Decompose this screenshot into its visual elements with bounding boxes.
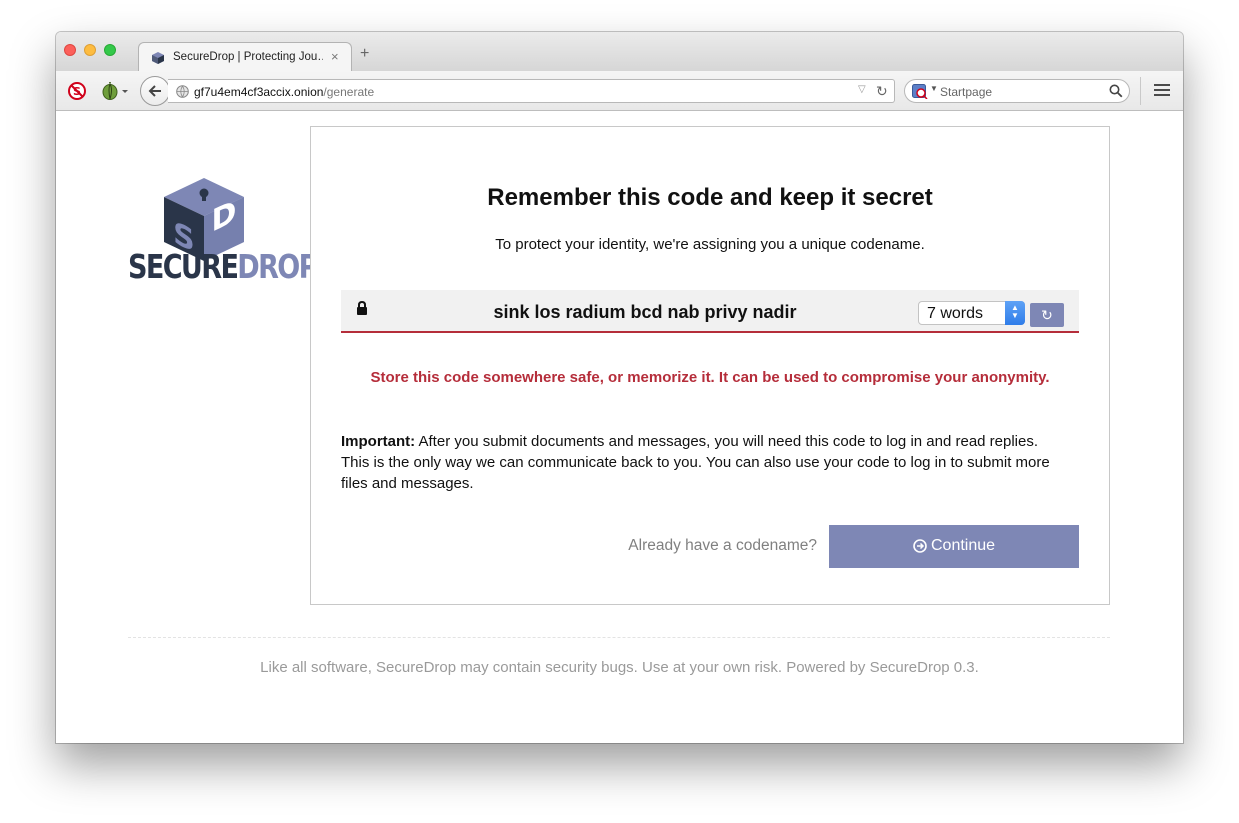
search-engine-dropdown-icon[interactable]: ▼ [930, 84, 938, 93]
continue-label: Continue [931, 537, 996, 554]
url-path: /generate [323, 85, 375, 99]
important-text: After you submit documents and messages,… [341, 433, 1050, 492]
back-arrow-icon [148, 85, 161, 97]
new-tab-button[interactable]: + [360, 46, 369, 62]
codename-text: sink los radium bcd nab privy nadir [493, 302, 797, 322]
noscript-icon[interactable]: S [68, 82, 86, 100]
word-count-value: 7 words [927, 305, 984, 322]
page-title: Remember this code and keep it secret [487, 184, 933, 211]
url-history-dropdown-icon[interactable]: ▽ [858, 84, 866, 95]
select-spinner-icon[interactable]: ▲ ▼ [1005, 301, 1025, 325]
important-label: Important: [341, 433, 416, 450]
securedrop-favicon-icon [152, 52, 164, 64]
securedrop-wordmark: SECUREDROP [128, 247, 319, 286]
browser-tab[interactable]: SecureDrop | Protecting Jou… × [138, 42, 352, 72]
toolbar-separator [1140, 77, 1141, 105]
refresh-icon: ↻ [1041, 307, 1053, 323]
url-host: gf7u4em4cf3accix.onion [194, 85, 324, 99]
startpage-icon[interactable] [912, 84, 928, 99]
important-notice: Important: After you submit documents an… [341, 431, 1051, 494]
browser-window: SecureDrop | Protecting Jou… × + S [56, 32, 1183, 743]
title-bar: SecureDrop | Protecting Jou… × + [56, 32, 1183, 72]
reload-icon[interactable]: ↻ [876, 83, 888, 100]
tab-title: SecureDrop | Protecting Jou… [173, 51, 323, 63]
search-bar[interactable]: ▼ Startpage [904, 79, 1130, 103]
tor-onion-icon[interactable] [101, 81, 129, 101]
page-subtitle: To protect your identity, we're assignin… [495, 236, 925, 253]
back-button[interactable] [140, 76, 170, 106]
page-content: S D SECUREDROP Remember this code and ke… [56, 112, 1183, 743]
tab-close-icon[interactable]: × [331, 49, 339, 64]
footer-text: Like all software, SecureDrop may contai… [260, 659, 979, 676]
word-count-select[interactable]: 7 words ▲ ▼ [918, 301, 1025, 325]
navigation-toolbar: S gf7u4em4cf3accix.onion/generate ▽ ↻ [56, 71, 1183, 111]
continue-button[interactable]: Continue [829, 525, 1079, 568]
search-icon[interactable] [1109, 84, 1123, 98]
wordmark-secure: SECURE [128, 247, 239, 286]
already-have-codename-link[interactable]: Already have a codename? [581, 537, 817, 555]
hamburger-menu-icon[interactable] [1154, 84, 1170, 97]
search-placeholder: Startpage [940, 85, 993, 99]
regenerate-codename-button[interactable]: ↻ [1030, 303, 1064, 327]
globe-icon [176, 85, 189, 98]
window-minimize-button[interactable] [84, 44, 96, 56]
warning-message: Store this code somewhere safe, or memor… [370, 369, 1050, 386]
lock-icon [357, 301, 367, 315]
window-zoom-button[interactable] [104, 44, 116, 56]
window-close-button[interactable] [64, 44, 76, 56]
codename-panel: Remember this code and keep it secret To… [310, 126, 1110, 605]
arrow-circle-right-icon [913, 539, 927, 553]
address-bar[interactable]: gf7u4em4cf3accix.onion/generate ▽ ↻ [168, 79, 895, 103]
codename-box: sink los radium bcd nab privy nadir 7 wo… [341, 290, 1079, 333]
footer-divider [128, 637, 1110, 638]
url-text: gf7u4em4cf3accix.onion/generate [194, 85, 374, 99]
wordmark-drop: DROP [237, 247, 318, 286]
